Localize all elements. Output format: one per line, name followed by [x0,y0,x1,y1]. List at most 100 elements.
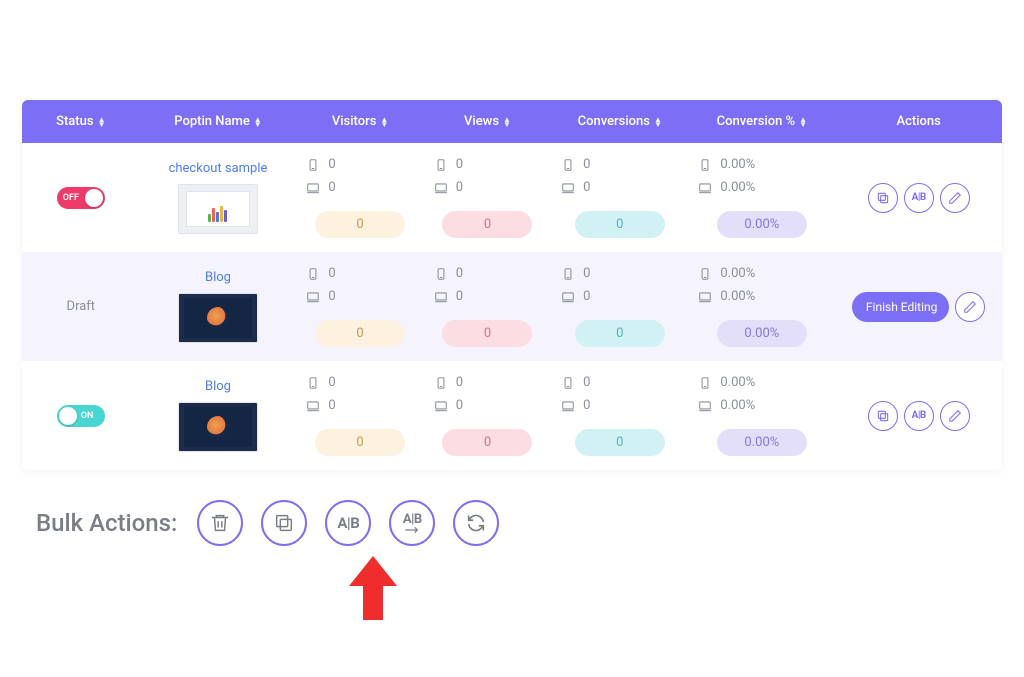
metric-desktop: 0 [583,180,590,195]
metric-mobile: 0 [583,157,590,172]
finish-editing-button[interactable]: Finish Editing [852,292,949,322]
desktop-icon [434,399,448,413]
table-row: ON Blog 0 0 0 0 0 0 0 0 0 0.00% 0.00% 0.… [22,361,1002,470]
status-toggle[interactable]: OFF [57,187,105,209]
header-views[interactable]: Views▲▼ [424,100,551,143]
metric-total-pill: 0 [315,211,405,238]
highlight-arrow [349,556,397,624]
metric-total-pill: 0.00% [717,211,807,238]
metric-total-pill: 0 [442,320,532,347]
metric-desktop: 0 [328,398,335,413]
copy-icon [273,512,295,534]
metric-desktop: 0.00% [720,289,755,304]
mobile-icon [561,158,575,172]
desktop-icon [698,181,712,195]
metric-total-pill: 0 [575,211,665,238]
bulk-refresh-button[interactable] [453,500,499,546]
header-conversions[interactable]: Conversions▲▼ [551,100,688,143]
desktop-icon [434,290,448,304]
mobile-icon [434,267,448,281]
metric-mobile: 0.00% [720,266,755,281]
table-row: OFF checkout sample 0 0 0 0 0 0 0 0 0 0.… [22,143,1002,252]
metric-desktop: 0 [456,180,463,195]
poptin-name-link[interactable]: checkout sample [169,161,268,176]
metric-mobile: 0 [328,157,335,172]
desktop-icon [306,399,320,413]
table-header: Status▲▼ Poptin Name▲▼ Visitors▲▼ Views▲… [22,100,1002,143]
header-convpct[interactable]: Conversion %▲▼ [688,100,835,143]
bulk-delete-button[interactable] [197,500,243,546]
metric-desktop: 0.00% [720,180,755,195]
status-draft: Draft [67,299,96,314]
bulk-ab-move-button[interactable]: A|B [389,500,435,546]
table-row: Draft Blog 0 0 0 0 0 0 0 0 0 0.00% 0.00%… [22,252,1002,361]
bulk-duplicate-button[interactable] [261,500,307,546]
metric-mobile: 0.00% [720,157,755,172]
sort-icon: ▲▼ [254,117,262,127]
header-name[interactable]: Poptin Name▲▼ [140,100,297,143]
mobile-icon [561,376,575,390]
metric-desktop: 0 [583,398,590,413]
poptin-thumbnail[interactable] [178,293,258,343]
poptin-thumbnail[interactable] [178,402,258,452]
desktop-icon [306,290,320,304]
duplicate-button[interactable] [868,401,898,431]
metric-total-pill: 0.00% [717,320,807,347]
bulk-actions-title: Bulk Actions: [36,509,177,537]
sort-icon: ▲▼ [380,117,388,127]
desktop-icon [561,181,575,195]
metric-total-pill: 0 [315,429,405,456]
duplicate-button[interactable] [868,183,898,213]
ab-icon: A|B [403,513,422,526]
mobile-icon [306,376,320,390]
edit-button[interactable] [955,292,985,322]
bulk-ab-test-button[interactable]: A|B [325,500,371,546]
desktop-icon [306,181,320,195]
metric-mobile: 0 [456,157,463,172]
metric-desktop: 0 [328,180,335,195]
refresh-icon [465,512,487,534]
status-toggle[interactable]: ON [57,405,105,427]
metric-mobile: 0 [583,375,590,390]
sort-icon: ▲▼ [503,117,511,127]
ab-icon: A|B [337,514,359,532]
bulk-actions-bar: Bulk Actions: A|B A|B [22,488,1002,580]
arrow-right-icon [404,526,420,534]
mobile-icon [306,158,320,172]
metric-mobile: 0.00% [720,375,755,390]
toggle-label: OFF [63,193,79,203]
metric-total-pill: 0 [442,429,532,456]
desktop-icon [561,399,575,413]
mobile-icon [434,376,448,390]
metric-total-pill: 0.00% [717,429,807,456]
desktop-icon [698,290,712,304]
mobile-icon [434,158,448,172]
header-status[interactable]: Status▲▼ [22,100,140,143]
metric-mobile: 0 [456,375,463,390]
desktop-icon [561,290,575,304]
header-visitors[interactable]: Visitors▲▼ [296,100,423,143]
metric-desktop: 0.00% [720,398,755,413]
metric-desktop: 0 [328,289,335,304]
poptins-table: Status▲▼ Poptin Name▲▼ Visitors▲▼ Views▲… [22,100,1002,470]
metric-total-pill: 0 [442,211,532,238]
poptin-thumbnail[interactable] [178,184,258,234]
metric-mobile: 0 [328,266,335,281]
metric-mobile: 0 [328,375,335,390]
poptin-name-link[interactable]: Blog [205,379,231,394]
poptin-name-link[interactable]: Blog [205,270,231,285]
header-actions: Actions [835,100,1002,143]
metric-total-pill: 0 [315,320,405,347]
edit-button[interactable] [940,401,970,431]
metric-total-pill: 0 [575,320,665,347]
metric-mobile: 0 [583,266,590,281]
desktop-icon [434,181,448,195]
metric-mobile: 0 [456,266,463,281]
toggle-label: ON [81,411,94,421]
edit-button[interactable] [940,183,970,213]
desktop-icon [698,399,712,413]
ab-test-button[interactable]: A|B [904,401,934,431]
metric-desktop: 0 [583,289,590,304]
ab-test-button[interactable]: A|B [904,183,934,213]
sort-icon: ▲▼ [98,117,106,127]
